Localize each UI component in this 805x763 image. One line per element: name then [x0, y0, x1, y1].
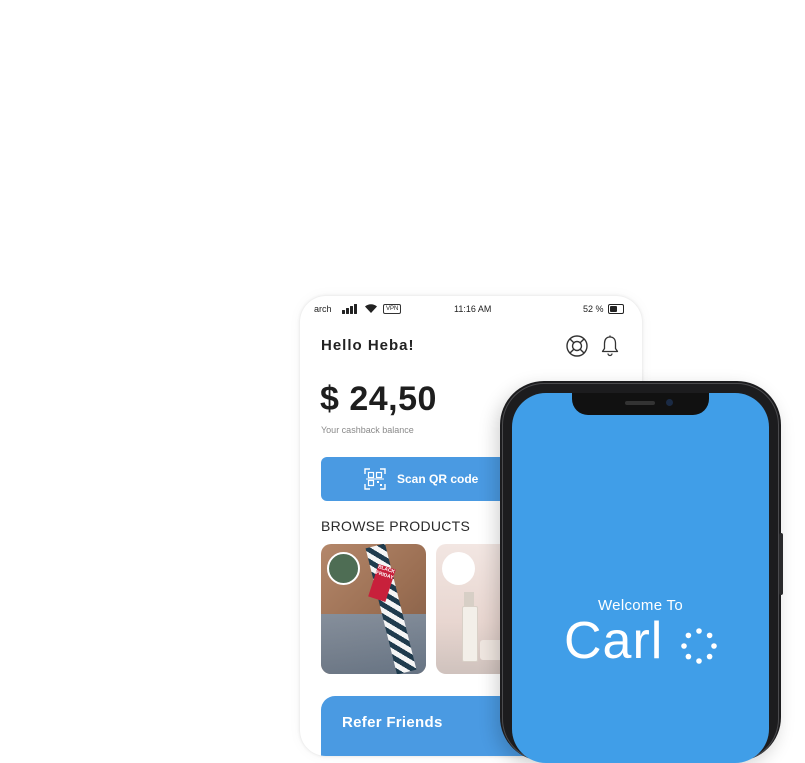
brand-logo-badge	[442, 552, 475, 585]
status-time: 11:16 AM	[454, 304, 492, 314]
cashback-balance: $ 24,50	[320, 380, 437, 418]
phone-notch	[572, 393, 709, 415]
lifebuoy-icon[interactable]	[565, 334, 589, 358]
greeting-title: Hello Heba!	[321, 337, 415, 354]
dotted-o-logo-icon	[681, 628, 717, 664]
battery-icon	[608, 304, 624, 314]
battery-percent: 52 %	[583, 304, 604, 314]
status-bar: arch VPN 11:16 AM 52 %	[300, 302, 642, 316]
brand-wordmark: Carl	[564, 612, 664, 670]
vpn-badge: VPN	[383, 304, 402, 314]
qr-code-icon	[364, 468, 386, 490]
browse-products-heading: BROWSE PRODUCTS	[321, 518, 471, 534]
product-card[interactable]: BLACK FRIDAY	[321, 544, 426, 674]
phone-mockup: Welcome To Carl	[500, 381, 783, 763]
wifi-icon	[365, 304, 377, 313]
bottle-graphic	[462, 606, 478, 662]
scan-button-label: Scan QR code	[397, 472, 479, 486]
splash-screen: Welcome To Carl	[512, 393, 769, 763]
front-camera	[666, 399, 673, 406]
brand-logo-badge	[327, 552, 360, 585]
balance-caption: Your cashback balance	[321, 425, 414, 435]
refer-friends-label: Refer Friends	[342, 714, 443, 731]
carrier-label: arch	[314, 304, 332, 314]
signal-icon	[342, 304, 357, 314]
side-button	[779, 533, 783, 595]
bell-icon[interactable]	[598, 334, 622, 358]
speaker-grille	[625, 401, 655, 405]
